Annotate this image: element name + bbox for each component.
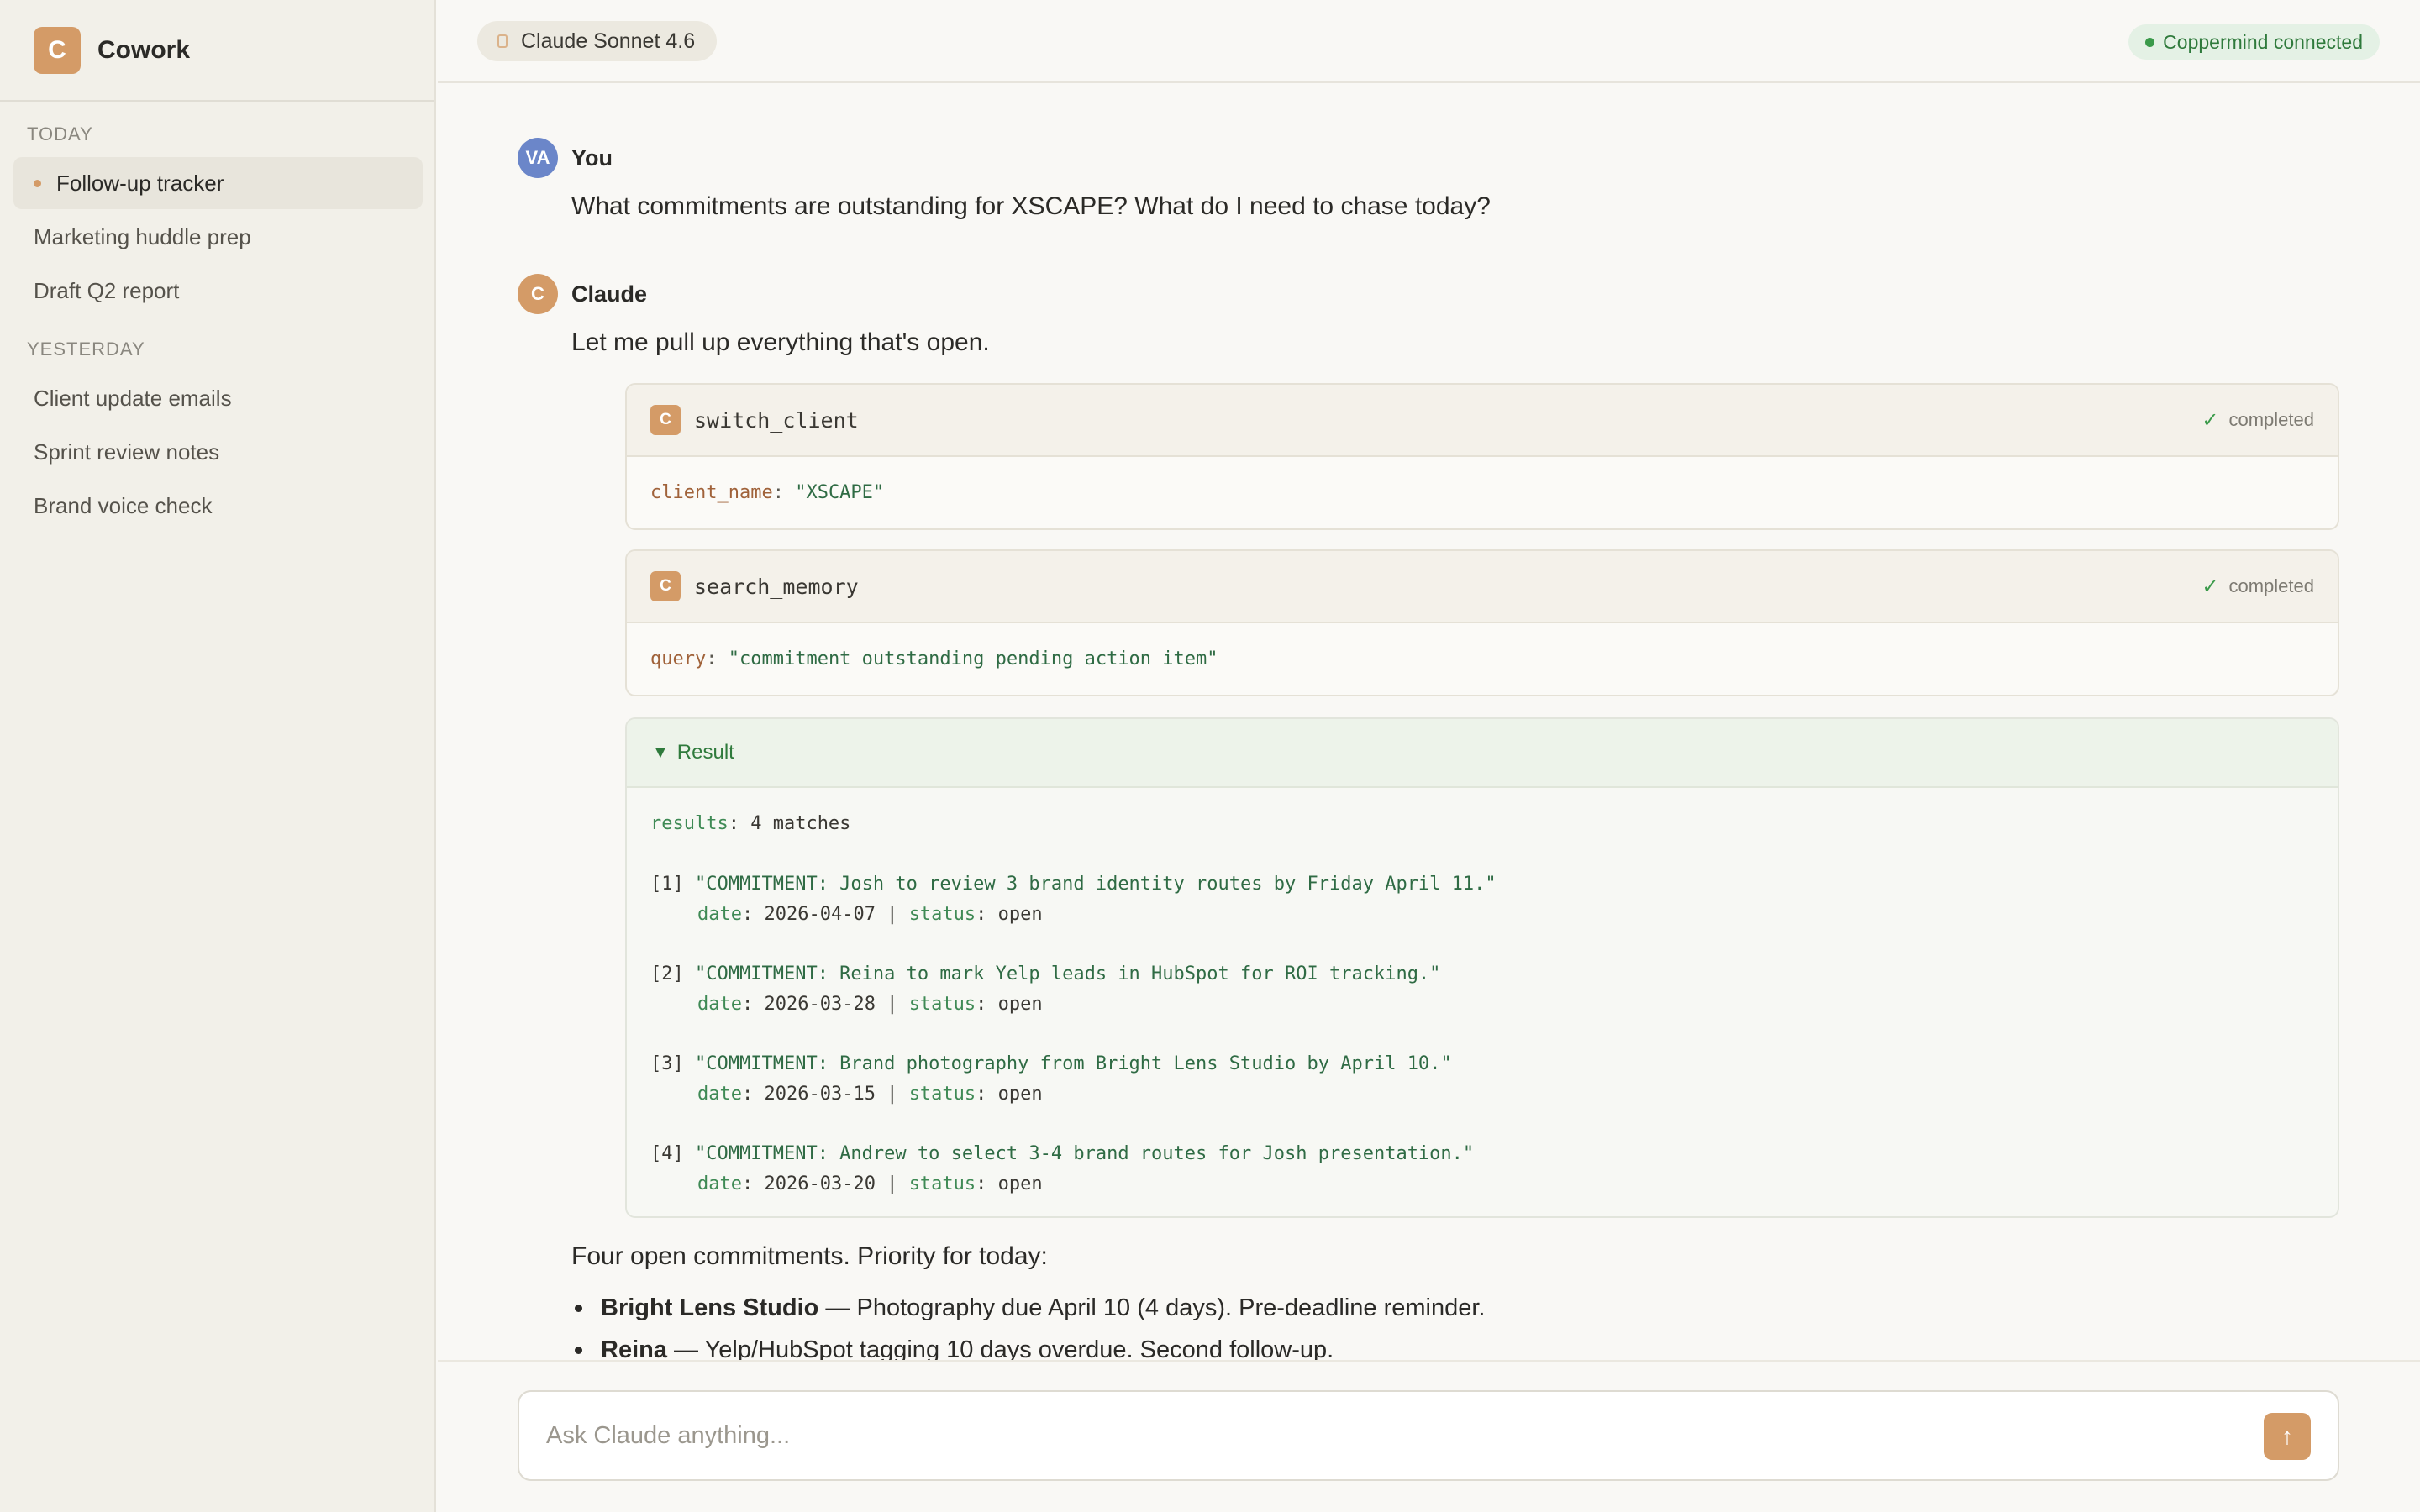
assistant-summary-text: Four open commitments. Priority for toda… (571, 1242, 1048, 1270)
tool-status: ✓ completed (2202, 575, 2314, 599)
sidebar-item-follow-up-tracker[interactable]: Follow-up tracker (13, 157, 423, 209)
result-toggle[interactable]: ▼ Result (627, 719, 2338, 788)
composer-area: ↑ (438, 1360, 2420, 1512)
bullet-icon (575, 1305, 582, 1312)
sidebar-item-label: Client update emails (34, 385, 232, 411)
result-item-line: [4] "COMMITMENT: Andrew to select 3-4 br… (650, 1143, 1475, 1164)
user-avatar: VA (518, 138, 558, 178)
bullet-bold: Bright Lens Studio (601, 1294, 819, 1321)
top-bar: Claude Sonnet 4.6 Coppermind connected (438, 0, 2420, 83)
param-key: client_name (650, 481, 773, 503)
tool-status: ✓ completed (2202, 408, 2314, 433)
user-name: You (571, 144, 613, 171)
triangle-down-icon: ▼ (652, 743, 669, 762)
tool-status-text: completed (2228, 575, 2314, 596)
model-name: Claude Sonnet 4.6 (521, 29, 696, 53)
status-dot-icon (2145, 37, 2155, 47)
tool-call-card: C switch_client ✓ completed client_name:… (625, 383, 2339, 530)
tool-name: search_memory (694, 574, 859, 599)
user-message-header: VA You (518, 138, 613, 178)
tool-status-text: completed (2228, 409, 2314, 430)
bullet-icon (575, 1347, 582, 1354)
param-key: query (650, 648, 707, 669)
sidebar-item-marketing-huddle-prep[interactable]: Marketing huddle prep (13, 211, 423, 263)
result-summary: results: 4 matches (650, 813, 851, 834)
sidebar-item-label: Sprint review notes (34, 438, 220, 465)
result-item-meta: date: 2026-04-07 | status: open (697, 904, 1043, 925)
arrow-up-icon: ↑ (2281, 1423, 2293, 1449)
result-item-line: [1] "COMMITMENT: Josh to review 3 brand … (650, 874, 1497, 895)
assistant-message-header: C Claude (518, 274, 647, 314)
tool-icon: C (650, 571, 681, 601)
list-item: Bright Lens Studio — Photography due Apr… (575, 1294, 1486, 1322)
section-label-today: TODAY (27, 123, 93, 144)
section-label-yesterday: YESTERDAY (27, 339, 145, 360)
claude-avatar: C (518, 274, 558, 314)
sidebar-item-brand-voice-check[interactable]: Brand voice check (13, 480, 423, 532)
send-button[interactable]: ↑ (2264, 1413, 2311, 1460)
model-selector[interactable]: Claude Sonnet 4.6 (477, 21, 718, 61)
app-logo: C (34, 26, 81, 74)
connection-status-badge: Coppermind connected (2128, 24, 2380, 60)
result-item-meta: date: 2026-03-20 | status: open (697, 1173, 1043, 1194)
result-item-line: [3] "COMMITMENT: Brand photography from … (650, 1053, 1452, 1074)
bullet-bold: Reina (601, 1336, 667, 1360)
sidebar-item-client-update-emails[interactable]: Client update emails (13, 372, 423, 424)
result-label: Result (676, 741, 734, 764)
result-item-line: [2] "COMMITMENT: Reina to mark Yelp lead… (650, 963, 1441, 984)
list-item: Reina — Yelp/HubSpot tagging 10 days ove… (575, 1336, 1334, 1360)
sidebar: C Cowork TODAY Follow-up tracker Marketi… (0, 0, 436, 1512)
user-message-text: What commitments are outstanding for XSC… (571, 192, 1491, 220)
message-input[interactable] (546, 1392, 2185, 1479)
check-icon: ✓ (2202, 575, 2219, 598)
composer: ↑ (518, 1390, 2339, 1481)
result-item-meta: date: 2026-03-28 | status: open (697, 994, 1043, 1015)
result-item-meta: date: 2026-03-15 | status: open (697, 1084, 1043, 1105)
tool-name: switch_client (694, 407, 859, 433)
assistant-intro-text: Let me pull up everything that's open. (571, 328, 990, 356)
active-dot-icon (34, 179, 41, 187)
sidebar-item-label: Brand voice check (34, 492, 213, 518)
brand-header: C Cowork (0, 0, 434, 102)
tool-params: client_name: "XSCAPE" (650, 481, 885, 503)
sidebar-item-label: Marketing huddle prep (34, 223, 251, 249)
app-name: Cowork (97, 35, 191, 64)
tool-call-card: C search_memory ✓ completed query: "comm… (625, 549, 2339, 696)
param-value: "commitment outstanding pending action i… (728, 648, 1218, 669)
tool-params: query: "commitment outstanding pending a… (650, 648, 1218, 669)
bullet-text: — Yelp/HubSpot tagging 10 days overdue. … (666, 1336, 1334, 1360)
sidebar-item-label: Draft Q2 report (34, 277, 180, 303)
tool-call-header[interactable]: C switch_client ✓ completed (627, 385, 2338, 457)
sidebar-item-label: Follow-up tracker (56, 170, 224, 196)
param-value: "XSCAPE" (795, 481, 885, 503)
tool-call-header[interactable]: C search_memory ✓ completed (627, 551, 2338, 623)
bullet-text: — Photography due April 10 (4 days). Pre… (818, 1294, 1486, 1321)
conversation: VA You What commitments are outstanding … (438, 85, 2420, 1360)
check-icon: ✓ (2202, 408, 2219, 432)
tool-icon: C (650, 405, 681, 435)
connection-status-text: Coppermind connected (2163, 30, 2363, 53)
model-icon (497, 34, 508, 48)
tool-result-card: ▼ Result results: 4 matches [1] "COMMITM… (625, 717, 2339, 1218)
assistant-name: Claude (571, 281, 648, 307)
sidebar-item-sprint-review-notes[interactable]: Sprint review notes (13, 426, 423, 478)
sidebar-item-draft-q2-report[interactable]: Draft Q2 report (13, 265, 423, 317)
